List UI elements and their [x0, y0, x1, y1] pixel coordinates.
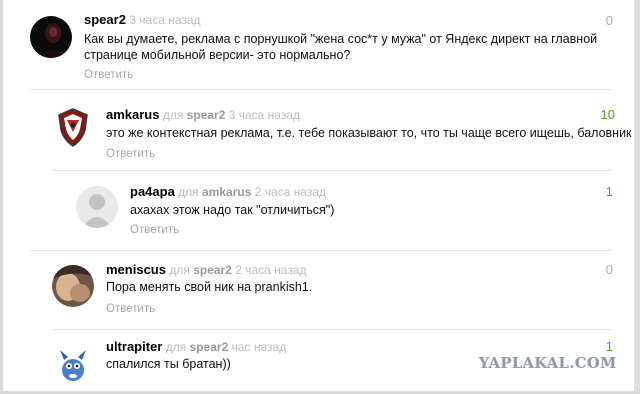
comment-text: Пора менять свой ник на prankish1. [106, 279, 312, 295]
comment-time[interactable]: час назад [232, 340, 287, 354]
comment-text-line: странице мобильной версии- это нормально… [84, 48, 351, 62]
reply-to-label: для amkarus [178, 185, 251, 199]
comment-text-line: спалился ты братан)) [106, 357, 231, 371]
cartoon-creature-avatar[interactable] [52, 344, 94, 386]
reply-button[interactable]: Ответить [130, 224, 179, 236]
reply-to-author[interactable]: spear2 [193, 263, 232, 277]
reply-prefix: для [169, 263, 190, 277]
reply-to-label: для spear2 [169, 263, 232, 277]
comment-meniscus: meniscus для spear2 2 часа назад 0 Пора … [0, 250, 634, 330]
comment-rating: 1 [605, 339, 613, 354]
comment-meta: amkarus для spear2 3 часа назад [106, 107, 300, 122]
shield-emblem-avatar[interactable] [52, 106, 94, 148]
comment-time[interactable]: 2 часа назад [255, 185, 326, 199]
comment-amkarus: amkarus для spear2 3 часа назад 10 это ж… [0, 90, 634, 171]
comment-text: это же контекстная реклама, т.е. тебе по… [106, 125, 632, 141]
reply-button[interactable]: Ответить [106, 148, 155, 160]
reply-to-author[interactable]: amkarus [202, 185, 251, 199]
comment-text: Как вы думаете, реклама с порнушкой "жен… [84, 31, 597, 63]
reply-button[interactable]: Ответить [84, 69, 133, 81]
reply-to-label: для spear2 [163, 108, 226, 122]
comment-meta: meniscus для spear2 2 часа назад [106, 262, 307, 277]
comment-spear2: spear2 3 часа назад 0 Как вы думаете, ре… [0, 0, 634, 90]
comment-text-line: Как вы думаете, реклама с порнушкой "жен… [84, 32, 598, 46]
reply-prefix: для [178, 185, 199, 199]
reply-to-author[interactable]: spear2 [190, 340, 229, 354]
reply-button[interactable]: Ответить [106, 303, 155, 315]
author-name[interactable]: amkarus [106, 107, 159, 122]
reply-prefix: для [165, 340, 187, 354]
comment-meta: spear2 3 часа назад [84, 12, 201, 27]
comment-text: спалился ты братан)) [106, 356, 231, 372]
comment-time[interactable]: 3 часа назад [129, 13, 200, 27]
comment-rating: 1 [605, 184, 613, 199]
comment-rating: 0 [605, 13, 613, 28]
author-name[interactable]: spear2 [84, 12, 126, 27]
frame-right-edge [634, 0, 640, 394]
author-name[interactable]: pa4apa [130, 184, 175, 199]
comment-text: ахахах этож надо так "отличиться") [130, 202, 334, 218]
comment-rating: 10 [600, 107, 615, 122]
comment-text-line: Пора менять свой ник на prankish1. [106, 280, 313, 294]
author-name[interactable]: ultrapiter [106, 339, 162, 354]
reply-to-author[interactable]: spear2 [187, 108, 226, 122]
comment-text-line: это же контекстная реклама, т.е. тебе по… [106, 126, 632, 140]
author-name[interactable]: meniscus [106, 262, 166, 277]
photo-avatar[interactable] [52, 265, 94, 307]
comment-text-line: ахахах этож надо так "отличиться") [130, 203, 335, 217]
comment-time[interactable]: 2 часа назад [235, 263, 306, 277]
comment-time[interactable]: 3 часа назад [229, 108, 300, 122]
comment-meta: pa4apa для amkarus 2 часа назад [130, 184, 326, 199]
site-watermark: YAPLAKAL.COM [479, 355, 617, 372]
comment-meta: ultrapiter для spear2 час назад [106, 339, 286, 354]
dark-portrait-avatar[interactable] [30, 16, 72, 58]
comment-pa4apa: pa4apa для amkarus 2 часа назад 1 ахахах… [0, 170, 634, 251]
reply-to-label: для spear2 [166, 340, 229, 354]
comment-rating: 0 [605, 262, 613, 277]
default-user-avatar[interactable] [76, 186, 118, 228]
reply-prefix: для [162, 108, 184, 122]
